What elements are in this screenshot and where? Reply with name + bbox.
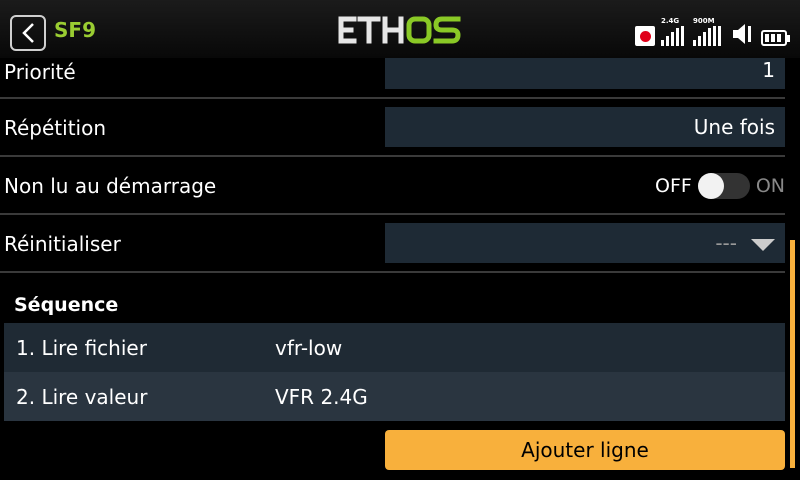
reinitialiser-label: Réinitialiser (4, 232, 121, 256)
row-repetition: Répétition Une fois (0, 99, 785, 157)
reinitialiser-dropdown[interactable]: --- (385, 223, 785, 263)
page-title: SF9 (54, 18, 96, 42)
reinitialiser-value: --- (715, 231, 737, 255)
sequence-item[interactable]: 1. Lire fichier vfr-low (4, 323, 785, 372)
battery-icon (761, 30, 790, 46)
rssi-2g4-label: 2.4G (661, 17, 680, 25)
rssi-900m-icon: 900M (693, 18, 725, 46)
toggle-on-label: ON (755, 175, 785, 197)
header-bar: SF9 2.4G 900M (0, 0, 800, 58)
record-icon (635, 26, 655, 46)
non-lu-label: Non lu au démarrage (4, 174, 217, 198)
status-area: 2.4G 900M (635, 18, 790, 46)
scrollbar[interactable] (790, 240, 795, 468)
non-lu-toggle[interactable]: OFF ON (655, 173, 785, 199)
rssi-2g4-icon: 2.4G (661, 18, 687, 46)
ethos-logo (338, 16, 461, 44)
dropdown-arrow-icon (751, 238, 775, 251)
sequence-title: Séquence (14, 294, 119, 316)
sequence-item-value: VFR 2.4G (275, 385, 368, 409)
repetition-label: Répétition (4, 116, 107, 140)
toggle-switch[interactable] (697, 173, 750, 199)
toggle-knob (697, 173, 724, 199)
priorite-label: Priorité (4, 60, 76, 84)
row-reinitialiser: Réinitialiser --- (0, 215, 785, 273)
row-non-lu: Non lu au démarrage OFF ON (0, 157, 785, 215)
sequence-item-index: 2. Lire valeur (16, 385, 148, 409)
back-button[interactable] (10, 15, 46, 51)
add-line-button[interactable]: Ajouter ligne (385, 430, 785, 470)
rssi-900m-label: 900M (693, 17, 715, 25)
speaker-icon (733, 24, 751, 44)
toggle-off-label: OFF (655, 175, 692, 197)
sequence-item-index: 1. Lire fichier (16, 336, 147, 360)
sequence-item-value: vfr-low (275, 336, 343, 360)
repetition-field[interactable]: Une fois (385, 107, 785, 147)
sequence-item[interactable]: 2. Lire valeur VFR 2.4G (4, 372, 785, 421)
chevron-left-icon (22, 23, 34, 43)
